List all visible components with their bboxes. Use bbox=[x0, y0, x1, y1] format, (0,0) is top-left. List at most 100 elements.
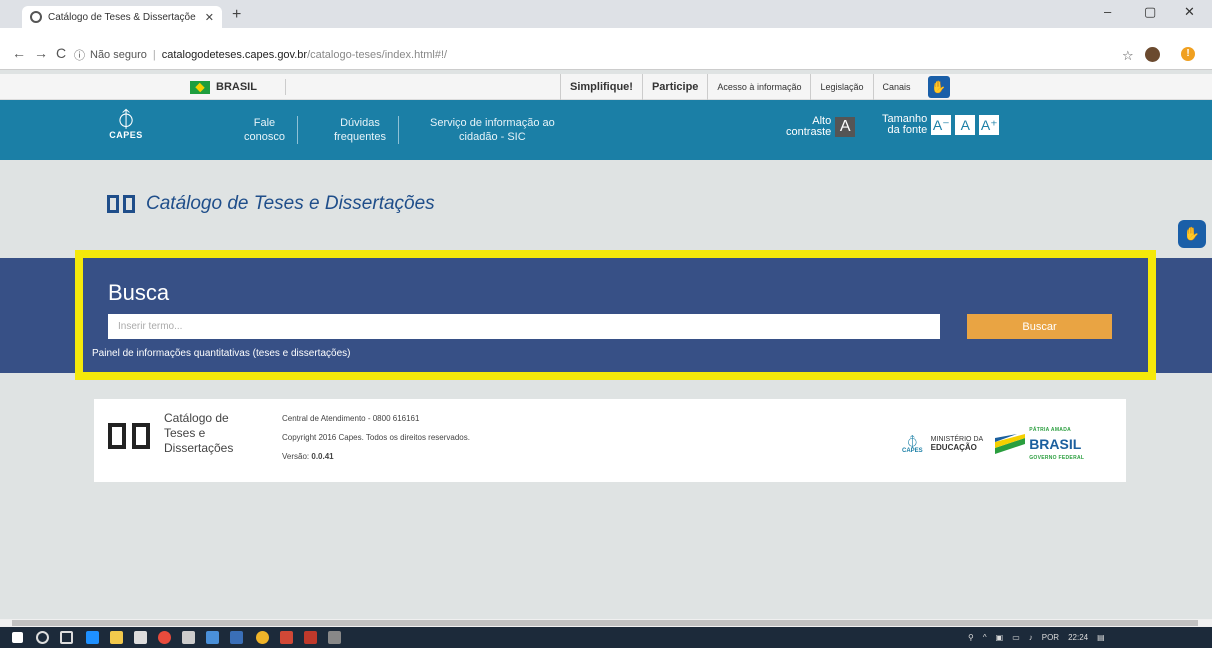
footer-version-row: Versão: 0.0.41 bbox=[282, 447, 470, 466]
menu-duvidas-frequentes[interactable]: Dúvidas frequentes bbox=[322, 116, 399, 144]
footer-copyright: Copyright 2016 Capes. Todos os direitos … bbox=[282, 433, 470, 442]
mec-line2: EDUCAÇÃO bbox=[930, 442, 977, 452]
footer-book-icon bbox=[108, 423, 150, 449]
menu-sic[interactable]: Serviço de informação ao cidadão - SIC bbox=[418, 116, 567, 144]
page-title-text: Catálogo de Teses e Dissertações bbox=[146, 193, 435, 214]
gov-link-legislacao[interactable]: Legislação bbox=[810, 74, 872, 100]
battery-icon[interactable]: ▭ bbox=[1012, 633, 1020, 642]
url-path: /catalogo-teses/index.html#!/ bbox=[307, 49, 448, 61]
footer-info: Central de Atendimento - 0800 616161 Cop… bbox=[282, 409, 470, 466]
search-heading: Busca bbox=[108, 280, 170, 305]
paint-icon[interactable] bbox=[328, 631, 341, 644]
brasil-logo-top: PÁTRIA AMADA bbox=[1029, 427, 1072, 433]
footer-contact: Central de Atendimento - 0800 616161 bbox=[282, 414, 420, 423]
quantitative-panel-link[interactable]: Painel de informações quantitativas (tes… bbox=[92, 348, 350, 359]
chevron-up-icon[interactable]: ^ bbox=[983, 633, 987, 642]
app-icon[interactable] bbox=[280, 631, 293, 644]
clock[interactable]: 22:24 bbox=[1068, 633, 1088, 642]
minimize-button[interactable]: – bbox=[1104, 4, 1111, 19]
footer: Catálogo de Teses e Dissertações Central… bbox=[94, 399, 1126, 482]
app-icon[interactable] bbox=[230, 631, 243, 644]
font-size-controls: Tamanho da fonte A⁻ A A⁺ bbox=[882, 114, 1000, 136]
site-header: ⦽ CAPES Fale conosco Dúvidas frequentes … bbox=[0, 100, 1212, 160]
opera-icon[interactable] bbox=[158, 631, 171, 644]
gov-link-simplifique[interactable]: Simplifique! bbox=[560, 74, 642, 100]
gov-brasil-label: BRASIL bbox=[216, 81, 257, 93]
tab-close-icon[interactable]: ✕ bbox=[205, 11, 214, 24]
browser-tab[interactable]: Catálogo de Teses & Dissertaçõe ✕ bbox=[22, 6, 222, 28]
page-title: Catálogo de Teses e Dissertações bbox=[106, 193, 435, 215]
task-view-icon[interactable] bbox=[60, 631, 73, 644]
mail-icon[interactable] bbox=[182, 631, 195, 644]
profile-avatar[interactable] bbox=[1145, 47, 1160, 62]
forward-button[interactable]: → bbox=[34, 46, 48, 60]
gov-link-participe[interactable]: Participe bbox=[641, 74, 707, 100]
chrome-icon[interactable] bbox=[256, 631, 269, 644]
people-icon[interactable]: ⚲ bbox=[968, 633, 974, 642]
close-window-button[interactable]: ✕ bbox=[1184, 4, 1195, 20]
new-tab-button[interactable]: + bbox=[232, 6, 241, 24]
windows-start-icon[interactable] bbox=[12, 632, 23, 643]
store-icon[interactable] bbox=[134, 631, 147, 644]
maximize-button[interactable]: ▢ bbox=[1144, 4, 1156, 20]
contrast-button[interactable]: A bbox=[835, 117, 856, 137]
menu-fale-conosco[interactable]: Fale conosco bbox=[232, 116, 298, 144]
search-button[interactable]: Buscar bbox=[967, 314, 1112, 339]
search-icon[interactable] bbox=[36, 631, 49, 644]
mec-logo: MINISTÉRIO DA EDUCAÇÃO bbox=[931, 436, 984, 453]
font-increase-button[interactable]: A⁺ bbox=[979, 115, 1000, 135]
menu-label: Serviço de informação ao bbox=[430, 117, 555, 129]
security-label: Não seguro bbox=[90, 49, 147, 61]
volume-icon[interactable]: ♪ bbox=[1029, 633, 1033, 642]
acrobat-icon[interactable] bbox=[304, 631, 317, 644]
footer-brand-line: Dissertações bbox=[164, 441, 234, 455]
gov-links: Simplifique! Participe Acesso à informaç… bbox=[560, 74, 950, 100]
brasil-logo-main: BRASIL bbox=[1029, 436, 1082, 452]
gov-brasil-link[interactable]: BRASIL bbox=[190, 79, 286, 95]
edge-browser-icon[interactable] bbox=[86, 631, 99, 644]
footer-brand: Catálogo de Teses e Dissertações bbox=[164, 411, 233, 456]
horizontal-scrollbar[interactable] bbox=[0, 619, 1212, 627]
browser-tabstrip: Catálogo de Teses & Dissertaçõe ✕ + – ▢ … bbox=[0, 0, 1212, 28]
gov-link-canais[interactable]: Canais bbox=[872, 74, 920, 100]
scrollbar-thumb[interactable] bbox=[12, 620, 1198, 626]
file-explorer-icon[interactable] bbox=[110, 631, 123, 644]
back-button[interactable]: ← bbox=[12, 46, 26, 60]
menu-label: Fale bbox=[253, 117, 276, 129]
capes-logo[interactable]: ⦽ CAPES bbox=[106, 106, 146, 141]
notifications-icon[interactable]: ▤ bbox=[1097, 633, 1105, 642]
reload-button[interactable]: C bbox=[56, 46, 66, 60]
network-icon[interactable]: ▣ bbox=[996, 633, 1004, 642]
gov-link-acesso-informacao[interactable]: Acesso à informação bbox=[707, 74, 810, 100]
floating-accessibility-icon[interactable]: ✋ bbox=[1178, 220, 1206, 248]
url-host: catalogodeteses.capes.gov.br bbox=[161, 49, 308, 61]
search-input[interactable] bbox=[108, 314, 940, 339]
system-tray: ⚲ ^ ▣ ▭ ♪ POR 22:24 ▤ bbox=[968, 627, 1114, 648]
high-contrast-toggle[interactable]: Alto contraste A bbox=[786, 116, 856, 138]
footer-capes-text: CAPES bbox=[902, 448, 923, 454]
footer-brand-line: Catálogo de bbox=[164, 411, 229, 425]
version-value: 0.0.41 bbox=[311, 452, 334, 461]
footer-logos: ⦽ CAPES MINISTÉRIO DA EDUCAÇÃO PÁTRIA AM… bbox=[902, 423, 1084, 465]
extension-alert-icon[interactable]: ! bbox=[1181, 47, 1195, 61]
fontsize-label: da fonte bbox=[887, 124, 928, 136]
browser-toolbar: ← → C ⓘ Não seguro | catalogodeteses.cap… bbox=[0, 28, 1212, 70]
address-bar[interactable]: ⓘ Não seguro | catalogodeteses.capes.gov… bbox=[74, 44, 1114, 66]
footer-capes-logo: ⦽ CAPES bbox=[902, 434, 923, 454]
capes-swirl-icon: ⦽ bbox=[907, 433, 917, 449]
info-icon[interactable]: ⓘ bbox=[74, 47, 85, 63]
capes-swirl-icon: ⦽ bbox=[118, 106, 134, 131]
brasil-logo-sub: GOVERNO FEDERAL bbox=[1029, 455, 1085, 461]
font-normal-button[interactable]: A bbox=[955, 115, 976, 135]
government-bar: BRASIL Simplifique! Participe Acesso à i… bbox=[0, 74, 1212, 100]
font-decrease-button[interactable]: A⁻ bbox=[931, 115, 952, 135]
language-indicator[interactable]: POR bbox=[1042, 633, 1059, 642]
accessibility-hand-icon[interactable]: ✋ bbox=[927, 76, 950, 98]
menu-label: conosco bbox=[244, 131, 285, 143]
app-icon[interactable] bbox=[206, 631, 219, 644]
contrast-label: contraste bbox=[786, 126, 832, 138]
menu-label: Dúvidas bbox=[340, 117, 380, 129]
menu-label: frequentes bbox=[334, 131, 386, 143]
footer-brand-line: Teses e bbox=[164, 426, 206, 440]
bookmark-star-icon[interactable]: ☆ bbox=[1122, 48, 1134, 64]
